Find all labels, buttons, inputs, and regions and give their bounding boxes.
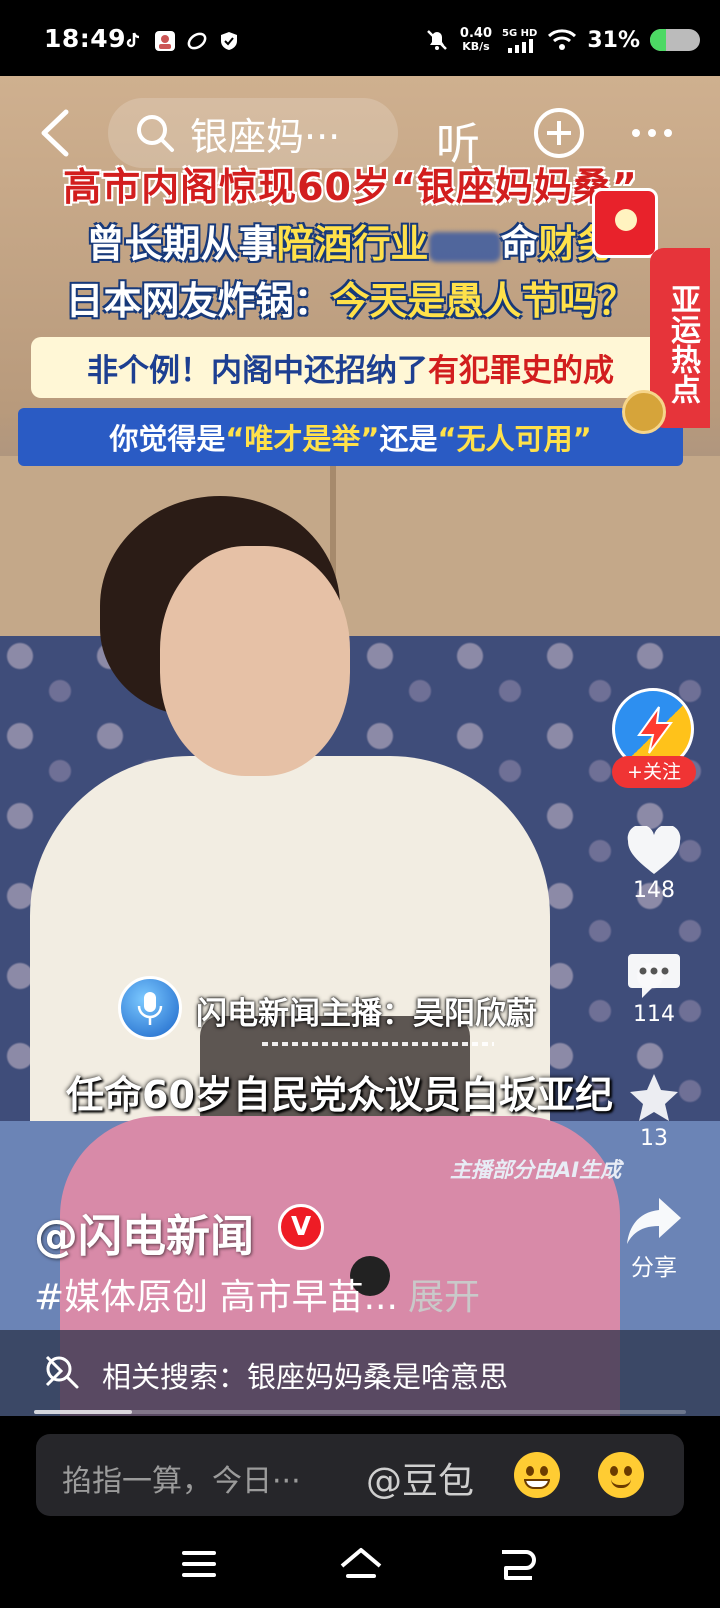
like-count: 148 bbox=[633, 878, 675, 903]
comment-input[interactable]: 掐指一算，今日··· @豆包 bbox=[36, 1434, 684, 1516]
share-label: 分享 bbox=[631, 1255, 677, 1281]
smiling-emoji-icon[interactable] bbox=[598, 1452, 644, 1498]
search-bar[interactable]: 银座妈··· bbox=[108, 98, 398, 168]
headline-5d: “无人可用” bbox=[437, 422, 592, 456]
video-description[interactable]: #媒体原创 高市早苗... 展开 bbox=[34, 1268, 480, 1320]
home-icon[interactable] bbox=[338, 1546, 384, 1584]
headline-line-2: 曾长期从事陪酒行业 命财务 bbox=[18, 213, 683, 268]
net-speed: 0.40 KB/s bbox=[460, 27, 492, 53]
lightning-bolt-icon bbox=[637, 706, 673, 754]
headline-5a: 你觉得是 bbox=[109, 422, 226, 456]
follow-button[interactable]: +关注 bbox=[612, 756, 696, 788]
chevron-right-icon bbox=[45, 1355, 64, 1387]
signal-icon bbox=[507, 38, 533, 53]
listen-button[interactable]: 听 bbox=[436, 108, 480, 172]
like-button[interactable]: 148 bbox=[612, 826, 696, 903]
headline-5b: “唯才是举” bbox=[225, 422, 380, 456]
signal-group: 5G HD bbox=[502, 28, 537, 53]
blurred-text bbox=[428, 231, 501, 262]
status-right-group: 0.40 KB/s 5G HD 31% bbox=[424, 22, 700, 58]
emoji-smile bbox=[611, 1479, 631, 1488]
emoji-mouth bbox=[524, 1479, 550, 1489]
share-button[interactable]: 分享 bbox=[612, 1196, 696, 1282]
video-progress-fill bbox=[34, 1410, 132, 1414]
video-progress-bar[interactable] bbox=[34, 1410, 686, 1414]
status-time: 18:49 bbox=[44, 24, 127, 53]
author-name[interactable]: @闪电新闻 bbox=[34, 1200, 254, 1264]
more-icon[interactable] bbox=[628, 106, 676, 160]
mute-bell-icon bbox=[427, 30, 447, 50]
net-speed-unit: KB/s bbox=[462, 40, 490, 53]
battery-level-fill bbox=[650, 29, 666, 51]
red-envelope-icon[interactable] bbox=[592, 188, 658, 258]
emoji-eye bbox=[624, 1466, 632, 1476]
search-query: 银座妈··· bbox=[190, 114, 341, 159]
net-speed-value: 0.40 bbox=[459, 26, 492, 41]
share-arrow-icon bbox=[627, 1198, 681, 1244]
system-navigation-bar bbox=[0, 1530, 720, 1608]
verified-badge-icon: V bbox=[278, 1204, 324, 1250]
battery-icon bbox=[650, 29, 700, 51]
headline-line-3: 日本网友炸锅：今天是愚人节吗？ bbox=[18, 270, 683, 325]
profile-app-icon bbox=[155, 31, 175, 51]
person-face bbox=[160, 546, 350, 776]
top-navigation: 银座妈··· 听 bbox=[0, 88, 720, 178]
add-icon[interactable] bbox=[532, 106, 586, 160]
comment-count: 114 bbox=[633, 1002, 675, 1027]
status-bar: 18:49 0.40 KB/s 5G HD 31% bbox=[0, 0, 720, 76]
shield-icon bbox=[221, 32, 237, 50]
related-search-text: 相关搜索：银座妈妈桑是啥意思 bbox=[102, 1360, 509, 1394]
heart-icon bbox=[627, 826, 681, 874]
emoji-eye bbox=[540, 1466, 548, 1476]
comment-placeholder: 掐指一算，今日··· bbox=[62, 1464, 301, 1499]
anchor-mic-badge bbox=[118, 976, 182, 1040]
comment-button[interactable]: 114 bbox=[612, 950, 696, 1027]
headline-2b: 陪酒行业 bbox=[276, 222, 429, 266]
description-text: #媒体原创 高市早苗... bbox=[34, 1277, 398, 1318]
grinning-emoji-icon[interactable] bbox=[514, 1452, 560, 1498]
video-subtitle: 任命60岁自民党众议员白坂亚纪 bbox=[66, 1073, 613, 1117]
comment-icon bbox=[628, 954, 680, 998]
emoji-eye bbox=[526, 1466, 534, 1476]
favorite-count: 13 bbox=[640, 1126, 668, 1151]
sync-app-icon bbox=[187, 32, 207, 50]
search-icon bbox=[137, 115, 174, 152]
headline-3a: 日本网友炸锅： bbox=[65, 279, 332, 323]
star-icon bbox=[630, 1074, 678, 1121]
headline-3b: 今天是愚人节吗？ bbox=[331, 279, 636, 323]
headline-line-5: 你觉得是“唯才是举”还是“无人可用” bbox=[18, 408, 683, 466]
menu-icon[interactable] bbox=[180, 1546, 220, 1582]
back-icon[interactable] bbox=[498, 1546, 538, 1584]
favorite-button[interactable]: 13 bbox=[612, 1072, 696, 1151]
headline-2c: 命 bbox=[500, 222, 539, 266]
emoji-eye bbox=[610, 1466, 618, 1476]
microphone-icon bbox=[137, 992, 163, 1025]
battery-percent: 31% bbox=[587, 27, 640, 53]
headline-2a: 曾长期从事 bbox=[86, 222, 277, 266]
headline-4b: 有犯罪史的成 bbox=[428, 353, 614, 389]
headline-line-4: 非个例！内阁中还招纳了有犯罪史的成 bbox=[30, 337, 671, 398]
mention-button[interactable]: @豆包 bbox=[366, 1452, 474, 1504]
ai-generated-note: 主播部分由AI生成 bbox=[450, 1158, 622, 1182]
related-search-bar[interactable]: 相关搜索：银座妈妈桑是啥意思 bbox=[0, 1330, 720, 1416]
medal-icon bbox=[622, 390, 666, 434]
headline-4a: 非个例！内阁中还招纳了 bbox=[87, 353, 428, 389]
headline-5c: 还是 bbox=[379, 422, 438, 456]
tiktok-icon bbox=[126, 32, 140, 48]
audio-waveform bbox=[262, 1042, 494, 1046]
wifi-icon bbox=[548, 29, 577, 50]
anchor-label: 闪电新闻主播：吴阳欣蔚 bbox=[196, 996, 537, 1032]
back-arrow-icon[interactable] bbox=[34, 108, 80, 158]
network-type: 5G HD bbox=[502, 27, 538, 39]
expand-link[interactable]: 展开 bbox=[408, 1277, 480, 1318]
headline-banner: 高市内阁惊现60岁“银座妈妈桑” 曾长期从事陪酒行业 命财务 日本网友炸锅：今天是… bbox=[18, 156, 683, 466]
